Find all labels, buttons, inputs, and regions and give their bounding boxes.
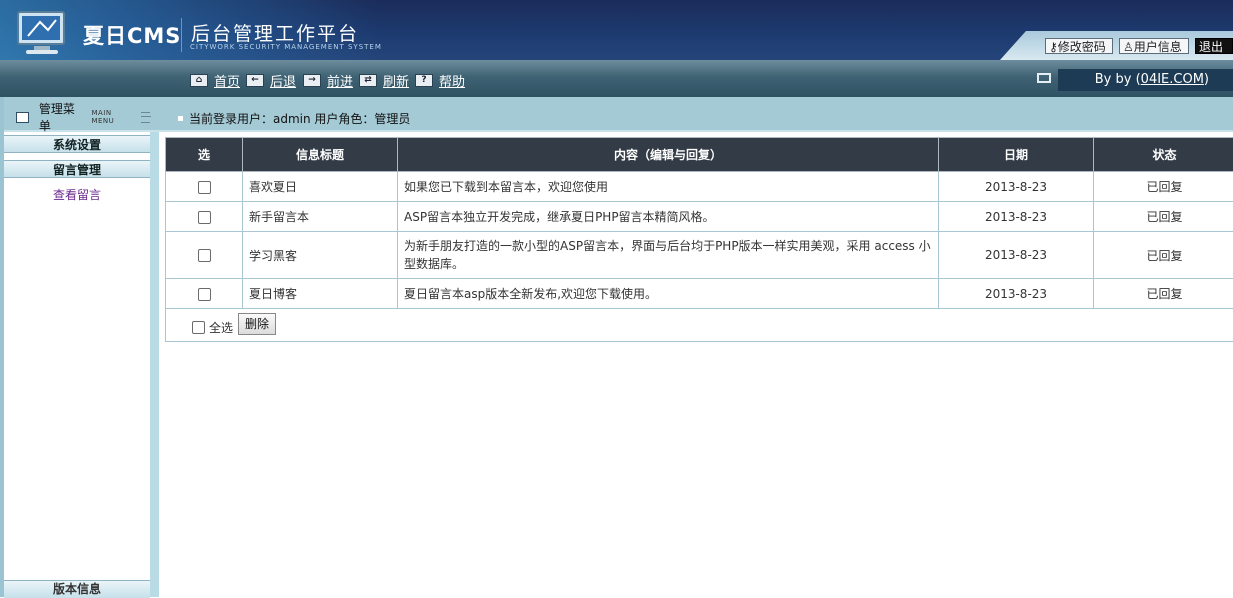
byline-suffix: ) (1204, 72, 1209, 87)
select-all-label: 全选 (209, 319, 233, 336)
nav-help-label: 帮助 (439, 71, 465, 90)
row-date: 2013-8-23 (939, 279, 1094, 309)
current-user-text: 当前登录用户：admin 用户角色：管理员 (189, 110, 410, 127)
row-content: 夏日留言本asp版本全新发布,欢迎您下载使用。 (398, 279, 939, 309)
help-icon: ? (415, 74, 433, 87)
logout-label: 退出 (1199, 40, 1223, 54)
logo-title: 夏日CMS (83, 20, 181, 50)
table-row: 喜欢夏日 如果您已下载到本留言本，欢迎您使用 2013-8-23 已回复 (166, 172, 1233, 202)
main-content: 选 信息标题 内容（编辑与回复） 日期 状态 喜欢夏日 如果您已下载到本留言本，… (165, 137, 1233, 342)
row-checkbox[interactable] (198, 181, 211, 194)
select-all-checkbox[interactable] (192, 321, 205, 334)
refresh-icon: ⇄ (359, 74, 377, 87)
row-status: 已回复 (1094, 202, 1233, 232)
nav-home-label: 首页 (214, 71, 240, 90)
col-date-header: 日期 (939, 138, 1094, 172)
sidebar-item-system-settings[interactable]: 系统设置 (4, 135, 150, 153)
row-date: 2013-8-23 (939, 232, 1094, 279)
row-status: 已回复 (1094, 279, 1233, 309)
logo-english: CITYWORK SECURITY MANAGEMENT SYSTEM (190, 43, 382, 51)
nav-help[interactable]: ? 帮助 (415, 72, 465, 88)
sidebar-link-view-messages[interactable]: 查看留言 (4, 186, 150, 203)
row-status: 已回复 (1094, 232, 1233, 279)
row-title: 喜欢夏日 (243, 172, 398, 202)
nav-back-label: 后退 (270, 71, 296, 90)
table-row: 新手留言本 ASP留言本独立开发完成，继承夏日PHP留言本精简风格。 2013-… (166, 202, 1233, 232)
delete-button[interactable]: 删除 (238, 313, 276, 335)
logo-subtitle: 后台管理工作平台 (191, 19, 359, 46)
sidebar-splitter[interactable] (150, 132, 159, 597)
col-select-header: 选 (166, 138, 243, 172)
row-date: 2013-8-23 (939, 202, 1094, 232)
info-bar-line (0, 130, 1233, 132)
row-title: 学习黑客 (243, 232, 398, 279)
nav-forward[interactable]: → 前进 (303, 72, 353, 88)
table-row: 学习黑客 为新手朋友打造的一款小型的ASP留言本，界面与后台均于PHP版本一样实… (166, 232, 1233, 279)
row-checkbox[interactable] (198, 249, 211, 262)
table-row: 夏日博客 夏日留言本asp版本全新发布,欢迎您下载使用。 2013-8-23 已… (166, 279, 1233, 309)
sidebar-item-version-info[interactable]: 版本信息 (4, 580, 150, 598)
menu-title: 管理菜单 (39, 100, 83, 134)
logout-button[interactable]: 退出 (1195, 38, 1233, 54)
row-title: 新手留言本 (243, 202, 398, 232)
row-checkbox[interactable] (198, 288, 211, 301)
menu-header: 管理菜单 MAIN MENU (5, 104, 150, 130)
back-arrow-icon: ← (246, 74, 264, 87)
nav-refresh-label: 刷新 (383, 71, 409, 90)
table-header-row: 选 信息标题 内容（编辑与回复） 日期 状态 (166, 138, 1233, 172)
nav-refresh[interactable]: ⇄ 刷新 (359, 72, 409, 88)
menu-lines-icon[interactable] (141, 112, 150, 123)
byline-prefix: By by ( (1095, 72, 1141, 87)
row-date: 2013-8-23 (939, 172, 1094, 202)
menu-title-en: MAIN MENU (91, 109, 132, 125)
key-icon: ⚷ (1049, 40, 1058, 54)
row-title: 夏日博客 (243, 279, 398, 309)
col-content-header: 内容（编辑与回复） (398, 138, 939, 172)
screen-icon (1037, 73, 1051, 83)
sidebar-item-message-management[interactable]: 留言管理 (4, 160, 150, 178)
nav-forward-label: 前进 (327, 71, 353, 90)
row-checkbox[interactable] (198, 211, 211, 224)
byline-link[interactable]: 04IE.COM (1141, 72, 1204, 87)
user-info-label: 用户信息 (1134, 40, 1182, 54)
row-content: 如果您已下载到本留言本，欢迎您使用 (398, 172, 939, 202)
menu-icon (16, 112, 29, 123)
byline: By by (04IE.COM) (1058, 69, 1233, 91)
user-icon: ♙ (1123, 40, 1134, 54)
select-all[interactable]: 全选 (192, 319, 233, 336)
nav-home[interactable]: ⌂ 首页 (190, 72, 240, 88)
user-info-button[interactable]: ♙用户信息 (1119, 38, 1189, 54)
col-title-header: 信息标题 (243, 138, 398, 172)
forward-arrow-icon: → (303, 74, 321, 87)
table-footer: 全选 删除 (165, 309, 1233, 342)
row-content: 为新手朋友打造的一款小型的ASP留言本，界面与后台均于PHP版本一样实用美观，采… (398, 232, 939, 279)
change-password-button[interactable]: ⚷修改密码 (1045, 38, 1113, 54)
message-table: 选 信息标题 内容（编辑与回复） 日期 状态 喜欢夏日 如果您已下载到本留言本，… (165, 137, 1233, 309)
row-content: ASP留言本独立开发完成，继承夏日PHP留言本精简风格。 (398, 202, 939, 232)
logo-divider (181, 18, 182, 52)
monitor-logo-icon (14, 10, 70, 56)
row-status: 已回复 (1094, 172, 1233, 202)
change-password-label: 修改密码 (1058, 40, 1106, 54)
current-user-info: 当前登录用户：admin 用户角色：管理员 (178, 110, 410, 127)
bullet-icon (178, 116, 183, 121)
col-status-header: 状态 (1094, 138, 1233, 172)
home-icon: ⌂ (190, 74, 208, 87)
nav-back[interactable]: ← 后退 (246, 72, 296, 88)
